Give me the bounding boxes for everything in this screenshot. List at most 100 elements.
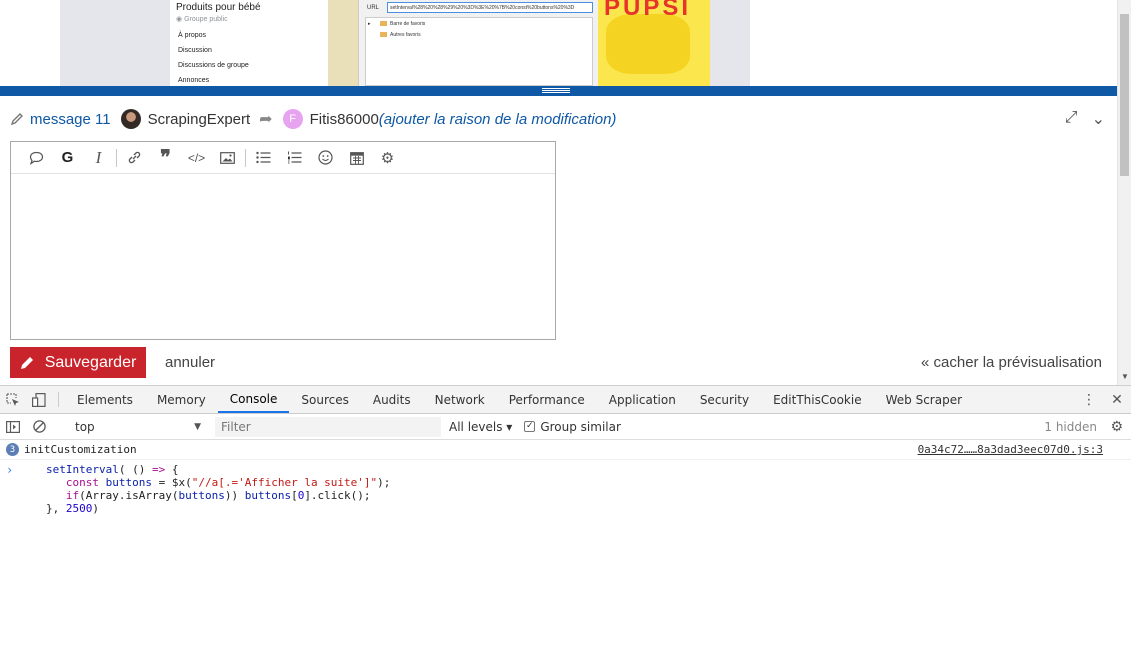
expand-icon[interactable]: ⤢	[1065, 109, 1078, 129]
calendar-icon[interactable]	[341, 146, 372, 170]
preview-nav-item: Annonces	[178, 77, 210, 84]
console-output: 3 initCustomization 0a34c72……8a3dad3eec0…	[0, 440, 1131, 515]
code-line: setInterval( () => {	[46, 463, 179, 476]
edit-reason-link[interactable]: (ajouter la raison de la modification)	[379, 111, 617, 128]
preview-nav-item: À propos	[178, 32, 207, 39]
preview-nav-item: Discussion	[178, 47, 212, 54]
close-icon[interactable]: ✕	[1103, 392, 1131, 408]
author-name[interactable]: ScrapingExpert	[148, 111, 251, 128]
tab-sources[interactable]: Sources	[289, 386, 360, 413]
devtools-window-controls: ⋮ ✕	[1075, 386, 1131, 414]
preview-url-field: setInterval%28%20%28%29%20%3D%3E%20%7B%2…	[387, 2, 593, 13]
page-scrollbar-thumb[interactable]	[1120, 14, 1129, 176]
editor-name[interactable]: Fitis86000	[310, 111, 379, 128]
context-value: top	[75, 419, 95, 434]
log-levels-select[interactable]: All levels ▾	[449, 420, 512, 434]
more-options-icon[interactable]: ⋮	[1075, 392, 1103, 408]
console-toolbar: top ▼ All levels ▾ ✓ Group similar 1 hid…	[0, 414, 1131, 440]
code-line: const buttons = $x("//a[.='Afficher la s…	[65, 476, 391, 489]
tab-network[interactable]: Network	[423, 386, 497, 413]
preview-cover-strip	[328, 0, 358, 86]
save-button[interactable]: Sauvegarder	[10, 347, 146, 378]
preview-area: Produits pour bébé ◉ Groupe public À pro…	[0, 0, 1117, 86]
globe-icon: ◉	[176, 16, 185, 23]
gear-icon[interactable]: ⚙	[1110, 419, 1123, 435]
chevron-down-icon[interactable]: ⌄	[1092, 109, 1105, 129]
quote-bubble-icon[interactable]	[21, 146, 52, 170]
drag-grip-icon[interactable]	[542, 88, 570, 93]
tab-application[interactable]: Application	[597, 386, 688, 413]
console-input[interactable]: › setInterval( () => { const buttons = $…	[0, 460, 1131, 515]
composer-header: message 11 ScrapingExpert ➦ F Fitis86000…	[10, 108, 1105, 130]
pencil-icon	[10, 113, 23, 126]
clear-console-icon[interactable]	[26, 420, 52, 433]
preview-folder-item: Autres favoris	[380, 32, 421, 38]
bold-button[interactable]: G	[52, 146, 83, 170]
repeat-count-badge: 3	[6, 443, 19, 456]
preview-screenshot: Produits pour bébé ◉ Groupe public À pro…	[60, 0, 750, 86]
tab-performance[interactable]: Performance	[497, 386, 597, 413]
scroll-down-arrow-icon[interactable]: ▼	[1121, 372, 1129, 381]
preview-group-sidebar: Produits pour bébé ◉ Groupe public À pro…	[170, 0, 328, 86]
device-toolbar-icon[interactable]	[26, 386, 52, 413]
group-similar-label: Group similar	[540, 419, 621, 434]
italic-button[interactable]: I	[83, 146, 114, 170]
preview-url-label: URL	[367, 5, 380, 11]
inspect-element-icon[interactable]	[0, 386, 26, 413]
message-editor: G I ❞ </> ⚙	[10, 141, 556, 340]
blockquote-icon[interactable]: ❞	[150, 146, 181, 170]
console-input-code[interactable]: setInterval( () => { const buttons = $x(…	[28, 463, 390, 515]
reply-arrow-icon: ➦	[259, 111, 273, 128]
group-similar-toggle[interactable]: ✓ Group similar	[524, 420, 621, 434]
tab-memory[interactable]: Memory	[145, 386, 218, 413]
source-link[interactable]: 0a34c72……8a3dad3eec07d0.js:3	[918, 443, 1103, 456]
tab-security[interactable]: Security	[688, 386, 761, 413]
gear-icon[interactable]: ⚙	[372, 146, 403, 170]
save-button-label: Sauvegarder	[44, 353, 137, 371]
console-message: 3 initCustomization 0a34c72……8a3dad3eec0…	[0, 440, 1131, 460]
preview-nav-item: Discussions de groupe	[178, 62, 249, 69]
emoji-icon[interactable]	[310, 146, 341, 170]
devtools-tab-bar: Elements Memory Console Sources Audits N…	[0, 386, 1131, 414]
folder-icon	[380, 32, 387, 38]
image-icon[interactable]	[212, 146, 243, 170]
tab-web-scraper[interactable]: Web Scraper	[874, 386, 974, 413]
cancel-link[interactable]: annuler	[165, 354, 215, 371]
tab-audits[interactable]: Audits	[361, 386, 423, 413]
avatar[interactable]: F	[282, 109, 303, 129]
context-select[interactable]: top ▼	[69, 417, 207, 437]
edit-post-link[interactable]: message 11	[10, 111, 111, 128]
preview-bookmark-dialog: URL setInterval%28%20%28%29%20%3D%3E%20%…	[358, 0, 598, 86]
hide-preview-link[interactable]: « cacher la prévisualisation	[921, 354, 1102, 371]
caret-right-icon: ▸	[368, 21, 371, 27]
tab-elements[interactable]: Elements	[65, 386, 145, 413]
editor-textarea[interactable]	[11, 174, 555, 339]
numbered-list-icon[interactable]	[279, 146, 310, 170]
caret-down-icon: ▼	[194, 421, 201, 432]
page-scrollbar[interactable]: ▼	[1117, 0, 1131, 385]
prompt-chevron-icon: ›	[6, 463, 14, 477]
link-icon[interactable]	[119, 146, 150, 170]
checkbox-checked-icon[interactable]: ✓	[524, 421, 536, 432]
code-icon[interactable]: </>	[181, 146, 212, 170]
tab-console[interactable]: Console	[217, 386, 290, 413]
avatar[interactable]	[120, 109, 141, 129]
edit-post-label[interactable]: message 11	[30, 111, 111, 128]
pencil-icon	[20, 357, 33, 369]
filter-input[interactable]	[215, 416, 441, 437]
hidden-count: 1 hidden	[1044, 419, 1097, 434]
preview-folder-item: Barre de favoris	[380, 21, 425, 27]
console-message-text: initCustomization	[24, 443, 137, 456]
resize-divider[interactable]	[0, 86, 1117, 96]
folder-icon	[380, 21, 387, 27]
show-sidebar-icon[interactable]	[0, 420, 26, 433]
preview-group-type: ◉ Groupe public	[176, 16, 228, 23]
starburst-shape	[606, 14, 690, 74]
bullet-list-icon[interactable]	[248, 146, 279, 170]
tab-editthiscookie[interactable]: EditThisCookie	[761, 386, 874, 413]
code-line: if(Array.isArray(buttons)) buttons[0].cl…	[65, 489, 371, 502]
devtools-panel: Elements Memory Console Sources Audits N…	[0, 385, 1131, 665]
code-line: }, 2500)	[46, 502, 99, 515]
preview-folder-tree: ▸ Barre de favoris Autres favoris	[365, 17, 593, 86]
toolbar-divider	[245, 148, 246, 167]
